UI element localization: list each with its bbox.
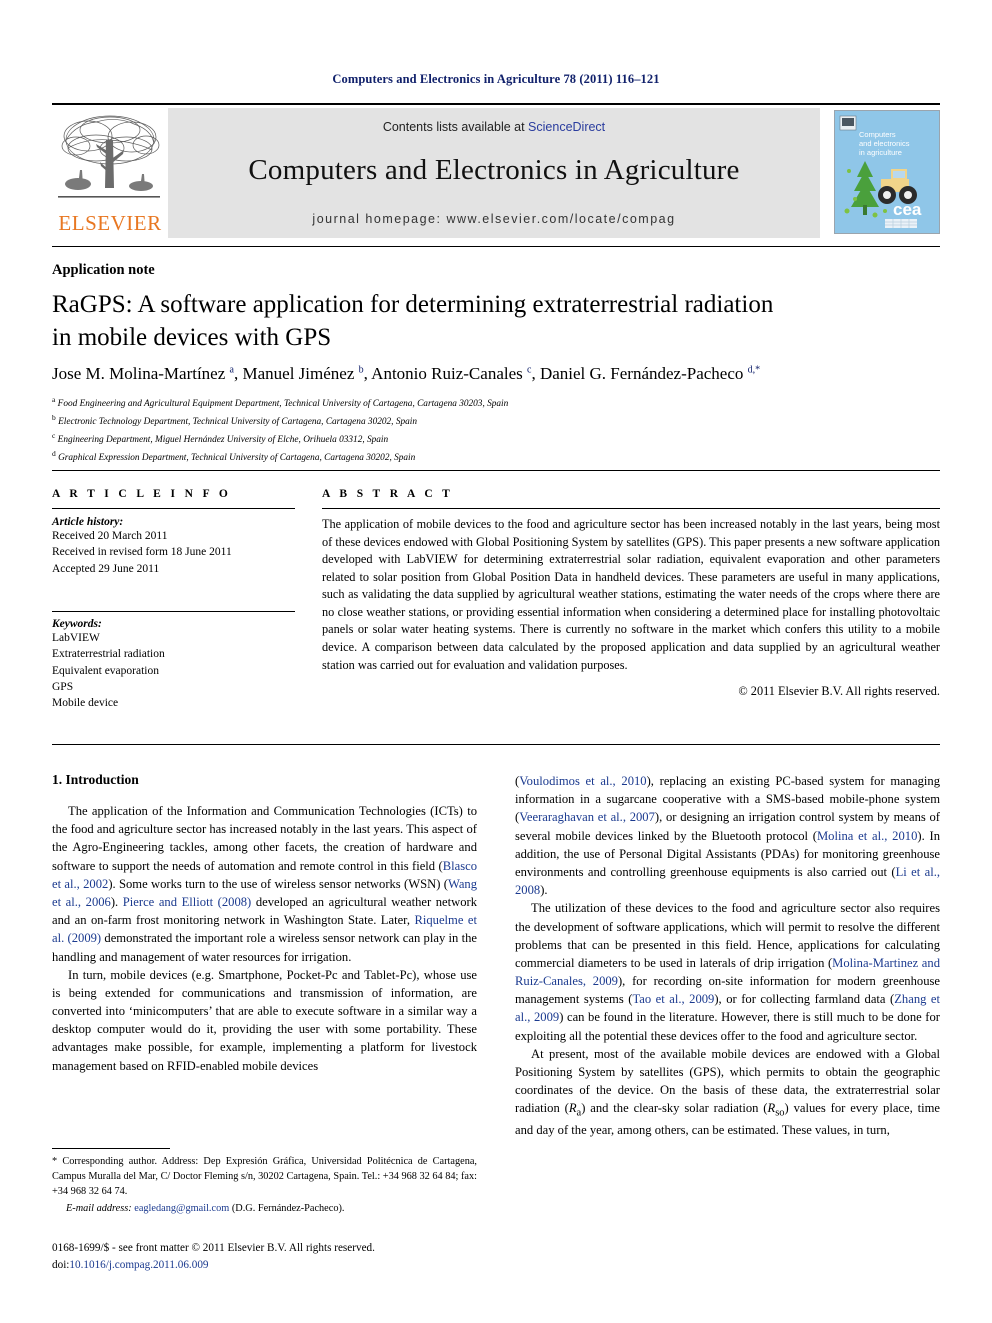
svg-text:in agriculture: in agriculture <box>859 148 902 157</box>
citation-link[interactable]: Veeraraghavan et al., 2007 <box>519 810 655 824</box>
body-column-right: (Voulodimos et al., 2010), replacing an … <box>515 772 940 1139</box>
journal-title: Computers and Electronics in Agriculture <box>248 154 740 186</box>
keyword-item: LabVIEW <box>52 631 100 644</box>
imprint-block: 0168-1699/$ - see front matter © 2011 El… <box>52 1240 482 1274</box>
citation-link[interactable]: Pierce and Elliott (2008) <box>123 895 251 909</box>
info-section-top-rule <box>52 470 940 471</box>
paragraph: The utilization of these devices to the … <box>515 901 941 1043</box>
keyword-item: Equivalent evaporation <box>52 664 159 677</box>
affiliation-b: b Electronic Technology Department, Tech… <box>52 413 417 428</box>
abstract-block: A B S T R A C T The application of mobil… <box>322 488 940 699</box>
affiliation-a: a Food Engineering and Agricultural Equi… <box>52 395 509 410</box>
title-line-1: RaGPS: A software application for determ… <box>52 291 774 318</box>
running-head: Computers and Electronics in Agriculture… <box>332 72 660 86</box>
history-received: Received 20 March 2011 <box>52 530 168 542</box>
doi-link[interactable]: 10.1016/j.compag.2011.06.009 <box>69 1259 208 1271</box>
affiliation-c: c Engineering Department, Miguel Hernánd… <box>52 431 389 446</box>
citation-link[interactable]: Riquelme et al. (2009) <box>52 913 477 945</box>
abstract-text: The application of mobile devices to the… <box>322 517 940 672</box>
section-heading-introduction: 1. Introduction <box>52 772 139 787</box>
svg-text:Computers: Computers <box>859 130 896 139</box>
email-link[interactable]: eagledang@gmail.com <box>134 1203 229 1214</box>
history-revised: Received in revised form 18 June 2011 <box>52 546 232 559</box>
keywords-label: Keywords: <box>52 617 102 630</box>
author-list: Jose M. Molina-Martínez a, Manuel Jiméne… <box>52 364 761 383</box>
svg-text:and electronics: and electronics <box>859 139 910 148</box>
keywords-block: Keywords: LabVIEW Extraterrestrial radia… <box>52 618 295 712</box>
abstract-rule <box>322 508 940 509</box>
front-matter-line: 0168-1699/$ - see front matter © 2011 El… <box>52 1242 375 1254</box>
svg-text:cea: cea <box>893 200 922 219</box>
abstract-heading: A B S T R A C T <box>322 488 454 500</box>
contents-list-line: Contents lists available at ScienceDirec… <box>168 120 820 134</box>
citation-link[interactable]: Zhang et al., 2009 <box>515 992 940 1024</box>
email-note: E-mail address: eagledang@gmail.com (D.G… <box>52 1202 477 1217</box>
citation-link[interactable]: Blasco et al., 2002 <box>52 859 477 891</box>
body-top-rule <box>52 744 940 745</box>
contents-prefix: Contents lists available at <box>382 120 529 134</box>
footnote-rule <box>52 1148 170 1149</box>
doi-line: doi:10.1016/j.compag.2011.06.009 <box>52 1257 482 1274</box>
history-accepted: Accepted 29 June 2011 <box>52 562 160 575</box>
elsevier-wordmark: ELSEVIER <box>58 211 162 235</box>
citation-link[interactable]: Li et al., 2008 <box>515 865 940 897</box>
masthead-bottom-rule <box>52 246 940 247</box>
email-owner: (D.G. Fernández-Pacheco). <box>231 1202 345 1214</box>
email-label: E-mail address: <box>66 1202 132 1214</box>
keyword-item: Extraterrestrial radiation <box>52 648 165 661</box>
journal-masthead: ELSEVIER Contents lists available at Sci… <box>52 103 940 238</box>
article-page: Computers and Electronics in Agriculture… <box>0 0 992 1323</box>
paragraph: In turn, mobile devices (e.g. Smartphone… <box>52 967 477 1073</box>
journal-cover-art: Computers and electronics in agriculture <box>835 111 939 233</box>
citation-link[interactable]: Molina et al., 2010 <box>817 829 917 843</box>
article-history: Article history: Received 20 March 2011 … <box>52 516 295 577</box>
article-info-heading: A R T I C L E I N F O <box>52 488 232 500</box>
affiliation-d: d Graphical Expression Department, Techn… <box>52 449 416 464</box>
paragraph: (Voulodimos et al., 2010), replacing an … <box>515 774 941 898</box>
page-title: RaGPS: A software application for determ… <box>52 288 912 355</box>
article-info-block: A R T I C L E I N F O Article history: R… <box>52 488 295 712</box>
citation-link[interactable]: Voulodimos et al., 2010 <box>519 774 646 788</box>
citation-link[interactable]: Wang et al., 2006 <box>52 877 477 909</box>
masthead-banner: Contents lists available at ScienceDirec… <box>168 108 820 238</box>
citation-link[interactable]: Tao et al., 2009 <box>632 992 714 1006</box>
elsevier-tree-icon <box>58 115 160 198</box>
citation-link[interactable]: Molina-Martinez and Ruiz-Canales, 2009 <box>515 956 940 988</box>
corresponding-author-note: * Corresponding author. Address: Dep Exp… <box>52 1156 477 1197</box>
keyword-item: Mobile device <box>52 697 119 710</box>
body-column-left: 1. Introduction The application of the I… <box>52 772 477 1075</box>
paragraph: At present, most of the available mobile… <box>515 1046 940 1138</box>
abstract-copyright: © 2011 Elsevier B.V. All rights reserved… <box>738 684 940 699</box>
title-line-2: in mobile devices with GPS <box>52 324 332 352</box>
elsevier-logo: ELSEVIER <box>52 108 168 238</box>
footnotes-block: * Corresponding author. Address: Dep Exp… <box>52 1155 477 1217</box>
journal-homepage[interactable]: journal homepage: www.elsevier.com/locat… <box>168 212 820 226</box>
journal-cover-thumbnail[interactable]: Computers and electronics in agriculture <box>828 108 940 238</box>
keyword-item: GPS <box>52 680 74 693</box>
affiliations: a Food Engineering and Agricultural Equi… <box>52 394 752 467</box>
doi-prefix: doi: <box>52 1258 70 1271</box>
keywords-rule <box>52 610 295 612</box>
paragraph: The application of the Information and C… <box>52 804 478 964</box>
article-info-rule <box>52 508 295 509</box>
sciencedirect-link[interactable]: ScienceDirect <box>528 120 605 134</box>
article-type-label: Application note <box>52 262 155 278</box>
article-history-label: Article history: <box>52 516 124 528</box>
